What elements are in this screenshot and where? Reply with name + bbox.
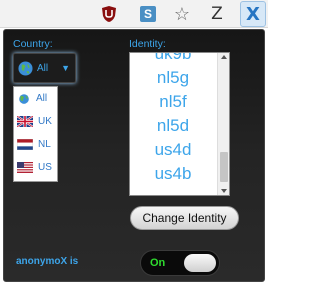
- browser-toolbar: S ☆ Z X: [0, 0, 268, 28]
- on-off-toggle[interactable]: On: [140, 250, 220, 276]
- country-label: Country:: [13, 38, 53, 50]
- identity-item[interactable]: uk9b: [130, 53, 216, 66]
- country-option-label: NL: [38, 139, 51, 150]
- change-identity-button[interactable]: Change Identity: [130, 206, 239, 230]
- dropdown-arrow-icon: ▼: [61, 63, 70, 73]
- scroll-thumb[interactable]: [220, 152, 228, 182]
- identity-label: Identity:: [129, 38, 166, 50]
- scroll-down-arrow-icon[interactable]: [221, 189, 227, 193]
- identity-item[interactable]: us4d: [130, 138, 216, 162]
- identity-listbox[interactable]: uk9b nl5g nl5f nl5d us4d us4b: [129, 52, 230, 196]
- country-option-us[interactable]: US: [14, 156, 57, 179]
- us-flag-icon: [17, 162, 33, 173]
- country-option-uk[interactable]: UK: [14, 110, 57, 133]
- identity-item[interactable]: us4b: [130, 162, 216, 186]
- nl-flag-icon: [17, 139, 33, 150]
- country-option-label: US: [38, 162, 52, 173]
- bookmark-star-icon[interactable]: ☆: [171, 3, 193, 25]
- status-label: anonymoX is: [16, 256, 79, 267]
- uk-flag-icon: [17, 116, 33, 127]
- country-option-label: UK: [38, 116, 52, 127]
- country-option-nl[interactable]: NL: [14, 133, 57, 156]
- zotero-icon[interactable]: Z: [206, 3, 228, 25]
- scroll-up-arrow-icon[interactable]: [221, 55, 227, 59]
- country-option-all[interactable]: All: [14, 87, 57, 110]
- identity-item[interactable]: nl5d: [130, 114, 216, 138]
- country-option-label: All: [36, 93, 48, 104]
- country-select[interactable]: All ▼: [13, 53, 76, 83]
- anonymox-icon[interactable]: X: [240, 1, 266, 27]
- ublock-origin-icon[interactable]: [98, 3, 120, 25]
- toggle-state-label: On: [150, 257, 166, 269]
- country-dropdown-list: All UK NL US: [13, 86, 58, 182]
- identity-items: uk9b nl5g nl5f nl5d us4d us4b: [130, 53, 216, 186]
- identity-item[interactable]: nl5g: [130, 66, 216, 90]
- country-select-value: All: [37, 62, 49, 74]
- toggle-knob[interactable]: [184, 254, 216, 272]
- identity-item[interactable]: nl5f: [130, 90, 216, 114]
- globe-icon: [19, 93, 29, 104]
- anonymox-popup: Country: Identity: All ▼ All UK NL US uk…: [3, 29, 265, 282]
- globe-icon: [18, 60, 33, 76]
- stylish-icon[interactable]: S: [137, 3, 159, 25]
- identity-scrollbar[interactable]: [217, 53, 229, 195]
